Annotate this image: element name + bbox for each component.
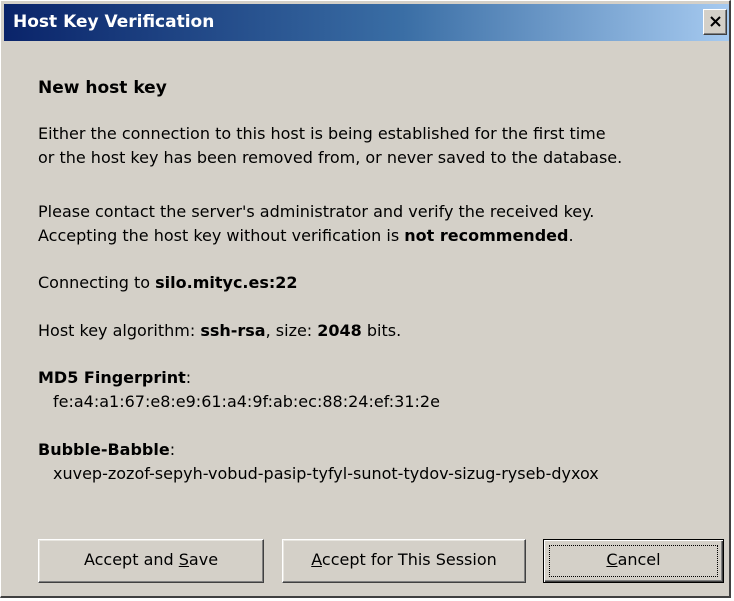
md5-label-line: MD5 Fingerprint:	[38, 368, 192, 387]
bubble-babble-label: Bubble-Babble	[38, 440, 170, 459]
warning-line-2: Accepting the host key without verificat…	[38, 226, 574, 245]
info-line-1: Either the connection to this host is be…	[38, 124, 606, 143]
not-recommended-text: not recommended	[404, 226, 569, 245]
connecting-line: Connecting to silo.mityc.es:22	[38, 273, 298, 292]
md5-fingerprint: fe:a4:a1:67:e8:e9:61:a4:9f:ab:ec:88:24:e…	[53, 392, 440, 411]
title-bar[interactable]: Host Key Verification	[4, 4, 729, 41]
md5-label: MD5 Fingerprint	[38, 368, 186, 387]
accept-and-save-button[interactable]: Accept and Save	[38, 539, 264, 583]
close-button[interactable]	[703, 9, 727, 35]
dialog-title: Host Key Verification	[13, 12, 215, 32]
info-line-2: or the host key has been removed from, o…	[38, 148, 623, 167]
host-port: :22	[268, 273, 298, 292]
cancel-button[interactable]: Cancel	[543, 539, 724, 583]
algorithm-line: Host key algorithm: ssh-rsa, size: 2048 …	[38, 321, 402, 340]
accept-for-session-button[interactable]: Accept for This Session	[282, 539, 526, 583]
warning-line-1: Please contact the server's administrato…	[38, 202, 595, 221]
close-icon	[710, 16, 721, 27]
key-size-value: 2048	[317, 321, 362, 340]
algorithm-value: ssh-rsa	[200, 321, 266, 340]
bubble-babble-value: xuvep-zozof-sepyh-vobud-pasip-tyfyl-suno…	[53, 464, 599, 483]
bubble-label-line: Bubble-Babble:	[38, 440, 176, 459]
heading: New host key	[38, 78, 167, 98]
host-key-dialog: Host Key Verification New host key Eithe…	[0, 0, 731, 598]
host-name: silo.mityc.es	[155, 273, 269, 292]
